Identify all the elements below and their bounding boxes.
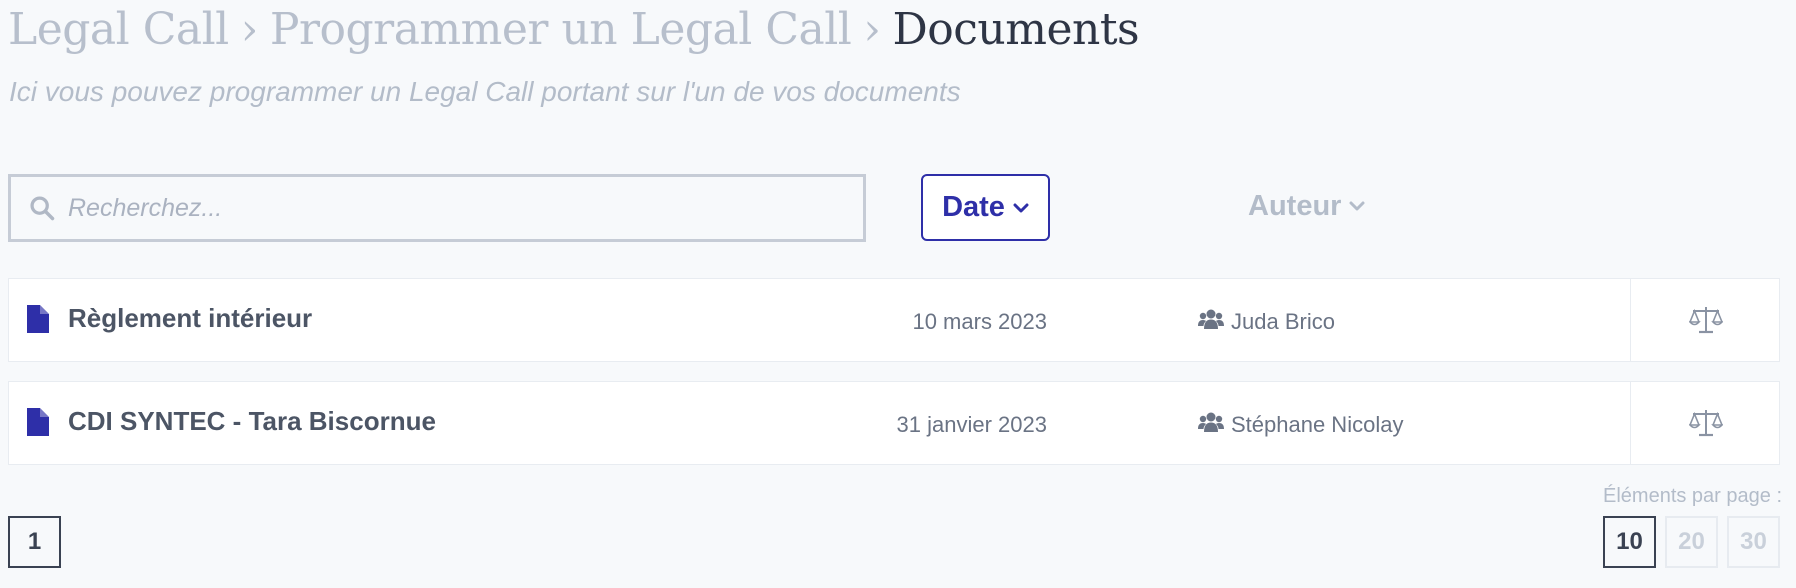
per-page-label: Éléments par page : (1603, 485, 1782, 507)
document-date: 10 mars 2023 (912, 309, 1047, 334)
author-sort-label: Auteur (1248, 189, 1342, 222)
file-icon (27, 408, 49, 436)
schedule-legal-call-button[interactable] (1630, 382, 1780, 464)
search-icon (30, 196, 55, 221)
breadcrumb-link-programmer[interactable]: Programmer un Legal Call (270, 4, 852, 55)
document-title[interactable]: Règlement intérieur (68, 303, 312, 334)
document-author: Stéphane Nicolay (1231, 412, 1404, 437)
scale-icon (1688, 307, 1723, 334)
breadcrumb-separator: › (863, 4, 881, 55)
users-icon (1198, 412, 1224, 432)
date-sort-label: Date (942, 191, 1005, 223)
table-row[interactable]: Règlement intérieur 10 mars 2023 Juda Br… (8, 278, 1780, 362)
page-subtitle: Ici vous pouvez programmer un Legal Call… (9, 76, 961, 107)
breadcrumb-separator: › (240, 4, 259, 55)
page-title: Documents (892, 4, 1140, 55)
breadcrumb: Legal Call › Programmer un Legal Call › Docu… (8, 2, 1140, 58)
date-sort-button[interactable]: Date (921, 174, 1050, 241)
breadcrumb-link-legal-call[interactable]: Legal Call (8, 4, 229, 55)
document-title[interactable]: CDI SYNTEC - Tara Biscornue (68, 406, 436, 437)
schedule-legal-call-button[interactable] (1630, 279, 1780, 361)
per-page-option-10[interactable]: 10 (1603, 516, 1656, 568)
document-author: Juda Brico (1231, 309, 1335, 334)
document-date: 31 janvier 2023 (896, 412, 1047, 437)
chevron-down-icon (1349, 201, 1365, 211)
search-input[interactable] (68, 188, 828, 228)
file-icon (27, 305, 49, 333)
scale-icon (1688, 410, 1723, 437)
per-page-option-30[interactable]: 30 (1727, 516, 1780, 568)
chevron-down-icon (1013, 203, 1029, 212)
author-sort-button[interactable]: Auteur (1248, 186, 1365, 226)
search-box[interactable] (8, 174, 866, 242)
page-button-1[interactable]: 1 (8, 516, 61, 568)
users-icon (1198, 309, 1224, 329)
per-page-option-20[interactable]: 20 (1665, 516, 1718, 568)
table-row[interactable]: CDI SYNTEC - Tara Biscornue 31 janvier 2… (8, 381, 1780, 465)
